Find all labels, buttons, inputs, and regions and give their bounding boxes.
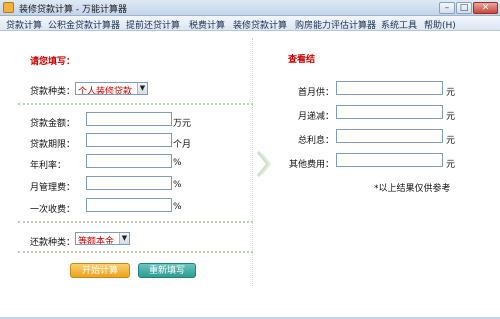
annual-rate-label: 年利率：: [30, 161, 67, 171]
chevron-right-icon: [256, 151, 272, 177]
divider-top: [18, 103, 253, 105]
divider-middle: [18, 221, 253, 223]
menu-affordability-calc[interactable]: 购房能力评估计算器: [295, 18, 376, 31]
loan-amount-unit: 万元: [173, 119, 192, 129]
menu-help[interactable]: 帮助(H): [424, 18, 456, 31]
loan-amount-label: 贷款金额：: [30, 119, 76, 129]
loan-term-unit: 个月: [173, 140, 192, 150]
monthly-decrease-unit: 元: [446, 112, 456, 122]
close-button[interactable]: ✕: [473, 2, 498, 14]
other-fees-unit: 元: [446, 160, 456, 170]
chevron-down-icon: ▼: [137, 83, 147, 94]
one-time-fee-unit: %: [173, 202, 182, 212]
loan-term-label: 贷款期限：: [30, 140, 76, 150]
loan-term-input[interactable]: [86, 133, 172, 147]
monthly-fee-label: 月管理费：: [30, 183, 76, 193]
repay-type-value: 等额本金: [78, 237, 115, 245]
menu-renovation-loan-calc[interactable]: 装修贷款计算: [233, 18, 287, 31]
other-fees-output[interactable]: [336, 153, 443, 167]
divider-bottom: [18, 251, 253, 253]
minimize-button[interactable]: –: [439, 2, 455, 14]
loan-type-label: 贷款种类：: [30, 87, 76, 97]
total-interest-label: 总利息：: [297, 136, 334, 146]
start-calculate-button[interactable]: 开始计算: [70, 263, 130, 278]
menu-bar: 贷款计算 公积金贷款计算器 提前还贷计算 税费计算 装修贷款计算 购房能力评估计…: [0, 16, 500, 31]
menu-provident-fund-calc[interactable]: 公积金贷款计算器: [48, 18, 120, 31]
title-bar: 装修贷款计算 - 万能计算器 – □ ✕: [0, 0, 500, 16]
monthly-fee-unit: %: [173, 180, 182, 190]
monthly-decrease-output[interactable]: [336, 105, 443, 119]
input-section-title: 请您填写：: [30, 57, 76, 67]
menu-tax-calc[interactable]: 税费计算: [189, 18, 225, 31]
menu-loan-calc[interactable]: 贷款计算: [6, 18, 42, 31]
calculator-icon: [3, 2, 14, 13]
loan-type-value: 个人装修贷款: [78, 87, 133, 95]
loan-type-select[interactable]: 个人装修贷款 ▼: [75, 82, 148, 95]
other-fees-label: 其他费用：: [288, 160, 334, 170]
repay-type-select[interactable]: 等额本金 ▼: [75, 232, 130, 245]
chevron-down-icon: ▼: [119, 233, 129, 244]
monthly-fee-input[interactable]: [86, 176, 172, 190]
menu-system-tools[interactable]: 系统工具: [381, 18, 417, 31]
maximize-button[interactable]: □: [456, 2, 472, 14]
reset-button[interactable]: 重新填写: [138, 263, 196, 278]
annual-rate-unit: %: [173, 158, 182, 168]
repay-type-label: 还款种类：: [30, 238, 76, 248]
one-time-fee-label: 一次收费：: [30, 205, 76, 215]
annual-rate-input[interactable]: [86, 154, 172, 168]
monthly-decrease-label: 月递减：: [297, 112, 334, 122]
menu-prepayment-calc[interactable]: 提前还贷计算: [126, 18, 180, 31]
total-interest-output[interactable]: [336, 129, 443, 143]
one-time-fee-input[interactable]: [86, 198, 172, 212]
total-interest-unit: 元: [446, 136, 456, 146]
first-payment-output[interactable]: [336, 81, 443, 95]
first-payment-unit: 元: [446, 88, 456, 98]
results-section-title: 查看结: [288, 55, 316, 65]
loan-amount-input[interactable]: [86, 112, 172, 126]
window-title: 装修贷款计算 - 万能计算器: [19, 5, 127, 15]
first-payment-label: 首月供：: [297, 88, 334, 98]
disclaimer-note: *以上结果仅供参考: [374, 184, 451, 194]
